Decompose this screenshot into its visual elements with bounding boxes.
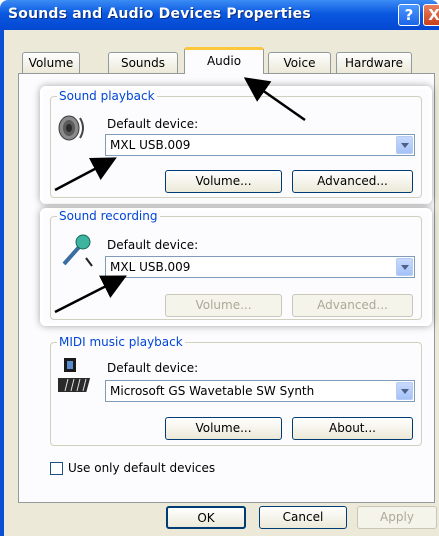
recording-device-select[interactable]: MXL USB.009 [105, 256, 415, 278]
use-default-devices-label[interactable]: Use only default devices [68, 461, 215, 475]
playback-default-label: Default device: [107, 117, 199, 131]
cancel-button[interactable]: Cancel [259, 506, 347, 529]
midi-volume-button[interactable]: Volume... [165, 417, 282, 440]
help-button[interactable]: ? [398, 4, 420, 26]
midi-device-select[interactable]: Microsoft GS Wavetable SW Synth [105, 380, 415, 402]
close-button[interactable]: X [423, 4, 439, 26]
ok-button[interactable]: OK [166, 506, 246, 529]
tab-sounds[interactable]: Sounds [108, 52, 178, 73]
playback-device-value: MXL USB.009 [110, 138, 191, 152]
tab-volume[interactable]: Volume [22, 52, 80, 73]
properties-window: Sounds and Audio Devices Properties ? X … [0, 0, 439, 536]
playback-advanced-button[interactable]: Advanced... [292, 170, 413, 193]
midi-keyboard-icon [58, 358, 91, 392]
sound-recording-label: Sound recording [57, 209, 160, 223]
tab-audio[interactable]: Audio [184, 47, 264, 74]
window-title: Sounds and Audio Devices Properties [8, 6, 311, 22]
midi-device-value: Microsoft GS Wavetable SW Synth [110, 384, 315, 398]
recording-default-label: Default device: [107, 238, 199, 252]
chevron-down-icon[interactable] [396, 258, 413, 276]
chevron-down-icon[interactable] [396, 382, 413, 400]
apply-button: Apply [357, 506, 437, 529]
title-bar[interactable]: Sounds and Audio Devices Properties ? X [0, 0, 439, 30]
use-default-devices-checkbox[interactable] [50, 462, 63, 475]
recording-volume-button: Volume... [165, 294, 282, 317]
tab-voice[interactable]: Voice [268, 52, 331, 73]
chevron-down-icon[interactable] [396, 136, 413, 154]
recording-advanced-button: Advanced... [292, 294, 413, 317]
midi-about-button[interactable]: About... [292, 417, 413, 440]
playback-device-select[interactable]: MXL USB.009 [105, 134, 415, 156]
midi-playback-label: MIDI music playback [57, 335, 185, 349]
midi-default-label: Default device: [107, 361, 199, 375]
speaker-icon [58, 115, 84, 141]
recording-device-value: MXL USB.009 [110, 260, 191, 274]
playback-volume-button[interactable]: Volume... [165, 170, 282, 193]
microphone-icon [62, 234, 93, 267]
tab-hardware[interactable]: Hardware [336, 52, 412, 73]
sound-playback-label: Sound playback [57, 89, 157, 103]
